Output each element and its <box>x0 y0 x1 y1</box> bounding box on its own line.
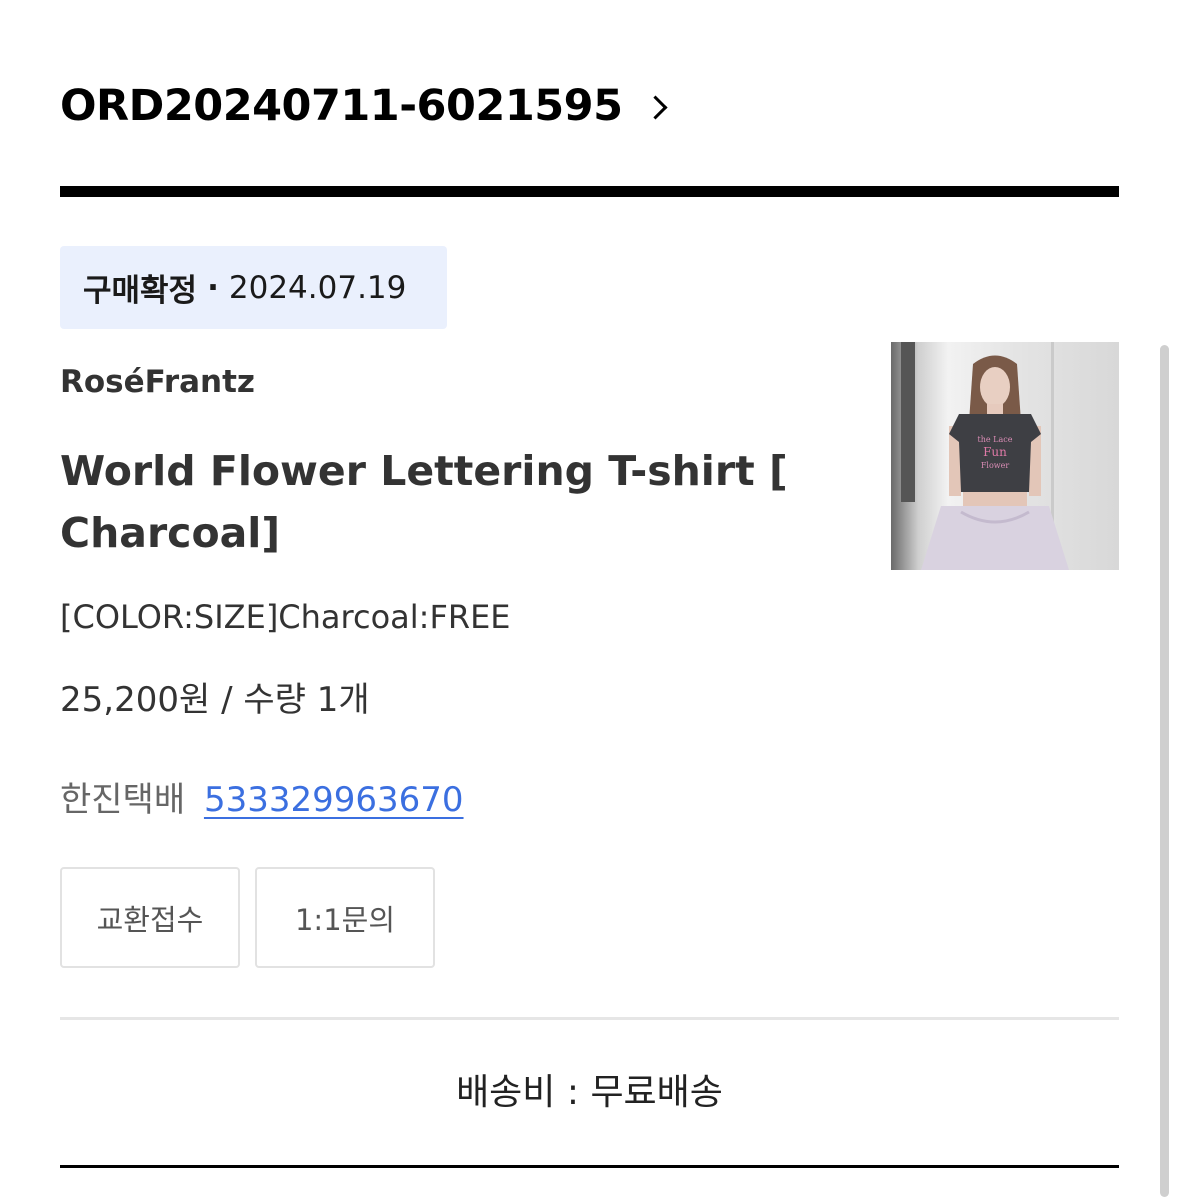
shipping-info: 한진택배 533329963670 <box>60 772 464 821</box>
product-photo: the Lace Fun Flower <box>891 342 1119 570</box>
product-name[interactable]: World Flower Lettering T-shirt [ Charcoa… <box>60 440 830 564</box>
exchange-request-button[interactable]: 교환접수 <box>60 867 240 968</box>
status-separator: · <box>207 269 219 306</box>
svg-text:Flower: Flower <box>981 461 1010 470</box>
status-date: 2024.07.19 <box>228 269 407 306</box>
chevron-right-icon <box>642 94 668 120</box>
footer-divider <box>60 1165 1119 1168</box>
order-number-link[interactable]: ORD20240711-6021595 <box>60 78 668 134</box>
scrollbar[interactable] <box>1160 345 1169 1197</box>
status-label: 구매확정 <box>83 273 198 309</box>
section-divider <box>60 1017 1119 1020</box>
svg-text:the Lace: the Lace <box>978 435 1013 444</box>
order-number: ORD20240711-6021595 <box>60 81 623 131</box>
product-price: 25,200원 <box>60 680 211 720</box>
product-option: [COLOR:SIZE]Charcoal:FREE <box>60 598 511 636</box>
delivery-fee: 배송비 : 무료배송 <box>456 1072 723 1113</box>
svg-text:Fun: Fun <box>983 445 1007 459</box>
tracking-number-link[interactable]: 533329963670 <box>204 780 464 820</box>
one-to-one-inquiry-button[interactable]: 1:1문의 <box>255 867 435 968</box>
price-quantity: 25,200원 / 수량 1개 <box>60 672 370 721</box>
product-thumbnail[interactable]: the Lace Fun Flower <box>891 342 1119 570</box>
header-divider <box>60 186 1119 197</box>
carrier-name: 한진택배 <box>60 780 186 820</box>
product-quantity: / 수량 1개 <box>221 680 370 720</box>
brand-name[interactable]: RoséFrantz <box>60 364 255 400</box>
order-detail-page: ORD20240711-6021595 구매확정 · 2024.07.19 Ro… <box>0 0 1179 1197</box>
status-badge: 구매확정 · 2024.07.19 <box>60 246 447 329</box>
